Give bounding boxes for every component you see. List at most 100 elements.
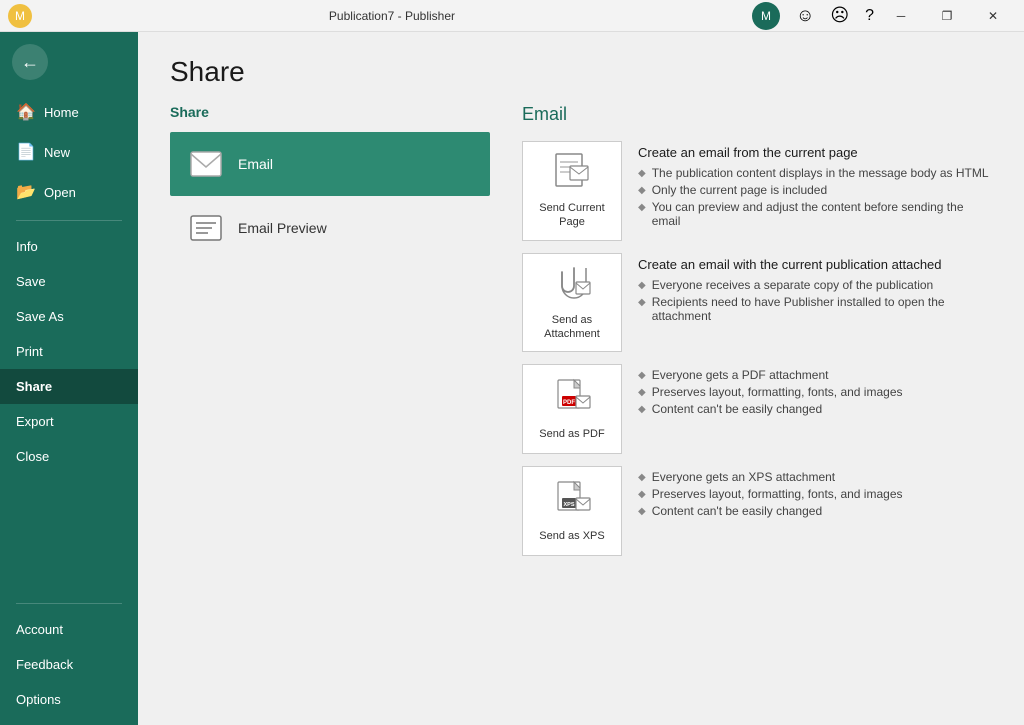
bullet-text: Everyone gets an XPS attachment xyxy=(652,470,835,484)
bullet-icon: ◆ xyxy=(638,387,646,398)
emoji-sad-icon[interactable]: ☹ xyxy=(826,5,853,26)
bullet-item: ◆ Content can't be easily changed xyxy=(638,402,903,416)
bullet-item: ◆ Recipients need to have Publisher insta… xyxy=(638,295,992,323)
window-controls[interactable]: ─ ❐ ✕ xyxy=(878,0,1016,32)
email-preview-option-label: Email Preview xyxy=(238,220,327,236)
sidebar-divider-1 xyxy=(16,220,122,221)
send-pdf-icon: PDF xyxy=(552,378,592,421)
sidebar-nav-top: 🏠 Home 📄 New 📂 Open Info Save Save As Pr… xyxy=(0,92,138,595)
email-option-send-xps: XPS Send as XPS ◆Everyone gets an XPS at xyxy=(522,466,992,556)
bullet-icon: ◆ xyxy=(638,489,646,500)
content-body: Share Email xyxy=(138,104,1024,725)
send-current-page-bullets: ◆The publication content displays in the… xyxy=(638,166,992,228)
sidebar-item-home-label: Home xyxy=(44,105,79,120)
svg-text:PDF: PDF xyxy=(563,400,575,406)
user-avatar: M xyxy=(752,2,780,30)
send-current-page-label: Send CurrentPage xyxy=(539,201,604,230)
sidebar-item-open[interactable]: 📂 Open xyxy=(0,172,138,212)
sidebar: ← 🏠 Home 📄 New 📂 Open Info Save Save As … xyxy=(0,32,138,725)
bullet-item: ◆ Preserves layout, formatting, fonts, an… xyxy=(638,487,903,501)
bullet-icon: ◆ xyxy=(638,168,646,179)
bullet-text: Everyone receives a separate copy of the… xyxy=(652,278,934,292)
sidebar-item-close[interactable]: Close xyxy=(0,439,138,474)
bullet-text: Preserves layout, formatting, fonts, and… xyxy=(652,487,903,501)
sidebar-item-feedback[interactable]: Feedback xyxy=(0,647,138,682)
bullet-icon: ◆ xyxy=(638,297,646,308)
bullet-icon: ◆ xyxy=(638,506,646,517)
option-email[interactable]: Email xyxy=(170,132,490,196)
bullet-icon: ◆ xyxy=(638,404,646,415)
send-current-page-desc: Create an email from the current page ◆T… xyxy=(638,141,992,228)
sidebar-item-new-label: New xyxy=(44,145,70,160)
email-section-title: Email xyxy=(522,104,992,125)
send-attachment-desc: Create an email with the current publica… xyxy=(638,253,992,323)
email-option-send-current-page: Send CurrentPage Create an email from th… xyxy=(522,141,992,241)
close-button[interactable]: ✕ xyxy=(970,0,1016,32)
bullet-item: ◆ Content can't be easily changed xyxy=(638,504,903,518)
send-attachment-label: Send asAttachment xyxy=(544,313,600,342)
send-current-page-icon xyxy=(552,152,592,195)
sidebar-item-new[interactable]: 📄 New xyxy=(0,132,138,172)
send-attachment-bullets: ◆ Everyone receives a separate copy of th… xyxy=(638,278,992,323)
maximize-button[interactable]: ❐ xyxy=(924,0,970,32)
back-button[interactable]: ← xyxy=(12,44,48,80)
bullet-item: ◆Everyone gets an XPS attachment xyxy=(638,470,903,484)
open-folder-icon: 📂 xyxy=(16,182,36,202)
send-xps-button[interactable]: XPS Send as XPS xyxy=(522,466,622,556)
bullet-item: ◆ Everyone receives a separate copy of th… xyxy=(638,278,992,292)
email-option-label: Email xyxy=(238,156,273,172)
sidebar-item-home[interactable]: 🏠 Home xyxy=(0,92,138,132)
sidebar-item-save-as[interactable]: Save As xyxy=(0,299,138,334)
send-pdf-desc: ◆ Everyone gets a PDF attachment ◆ Preserv… xyxy=(638,364,903,416)
titlebar-right-icons: M ☺ ☹ ? xyxy=(752,2,878,30)
bullet-item: ◆ You can preview and adjust the content … xyxy=(638,200,992,228)
bullet-text: Only the current page is included xyxy=(652,183,827,197)
send-attachment-button[interactable]: Send asAttachment xyxy=(522,253,622,353)
app-icon: M xyxy=(8,4,32,28)
sidebar-divider-2 xyxy=(16,603,122,604)
bullet-text: Preserves layout, formatting, fonts, and… xyxy=(652,385,903,399)
sidebar-item-account[interactable]: Account xyxy=(0,612,138,647)
sidebar-item-print[interactable]: Print xyxy=(0,334,138,369)
email-option-send-attachment: Send asAttachment Create an email with t… xyxy=(522,253,992,353)
sidebar-item-save[interactable]: Save xyxy=(0,264,138,299)
titlebar-left-icons: M xyxy=(8,4,32,28)
help-icon[interactable]: ? xyxy=(861,7,878,25)
send-xps-icon: XPS xyxy=(552,480,592,523)
left-section-title: Share xyxy=(170,104,490,120)
email-preview-option-icon xyxy=(186,208,226,248)
left-panel: Share Email xyxy=(170,104,490,693)
email-options-list: Send CurrentPage Create an email from th… xyxy=(522,141,992,556)
bullet-text: Content can't be easily changed xyxy=(652,504,822,518)
sidebar-item-export[interactable]: Export xyxy=(0,404,138,439)
home-icon: 🏠 xyxy=(16,102,36,122)
main-content: Share Share Email xyxy=(138,32,1024,725)
option-email-preview[interactable]: Email Preview xyxy=(170,196,490,260)
new-doc-icon: 📄 xyxy=(16,142,36,162)
bullet-icon: ◆ xyxy=(638,202,646,213)
send-pdf-bullets: ◆ Everyone gets a PDF attachment ◆ Preserv… xyxy=(638,368,903,416)
titlebar-title: Publication7 - Publisher xyxy=(32,9,752,23)
bullet-icon: ◆ xyxy=(638,280,646,291)
bullet-text: You can preview and adjust the content b… xyxy=(652,200,992,228)
right-panel: Email xyxy=(522,104,992,693)
send-xps-desc: ◆Everyone gets an XPS attachment ◆Preser… xyxy=(638,466,903,518)
send-current-page-button[interactable]: Send CurrentPage xyxy=(522,141,622,241)
send-attachment-icon xyxy=(552,264,592,307)
bullet-icon: ◆ xyxy=(638,370,646,381)
sidebar-item-info[interactable]: Info xyxy=(0,229,138,264)
sidebar-item-options[interactable]: Options xyxy=(0,682,138,717)
bullet-item: ◆ Preserves layout, formatting, fonts, an… xyxy=(638,385,903,399)
minimize-button[interactable]: ─ xyxy=(878,0,924,32)
send-pdf-label: Send as PDF xyxy=(539,427,604,441)
sidebar-item-share[interactable]: Share xyxy=(0,369,138,404)
titlebar: M Publication7 - Publisher M ☺ ☹ ? ─ ❐ ✕ xyxy=(0,0,1024,32)
sidebar-item-open-label: Open xyxy=(44,185,76,200)
send-pdf-button[interactable]: PDF Send as PDF xyxy=(522,364,622,454)
emoji-happy-icon[interactable]: ☺ xyxy=(792,5,818,26)
bullet-text: Content can't be easily changed xyxy=(652,402,822,416)
bullet-text: Recipients need to have Publisher instal… xyxy=(652,295,992,323)
bullet-text: Everyone gets a PDF attachment xyxy=(652,368,829,382)
app-body: ← 🏠 Home 📄 New 📂 Open Info Save Save As … xyxy=(0,32,1024,725)
bullet-icon: ◆ xyxy=(638,185,646,196)
